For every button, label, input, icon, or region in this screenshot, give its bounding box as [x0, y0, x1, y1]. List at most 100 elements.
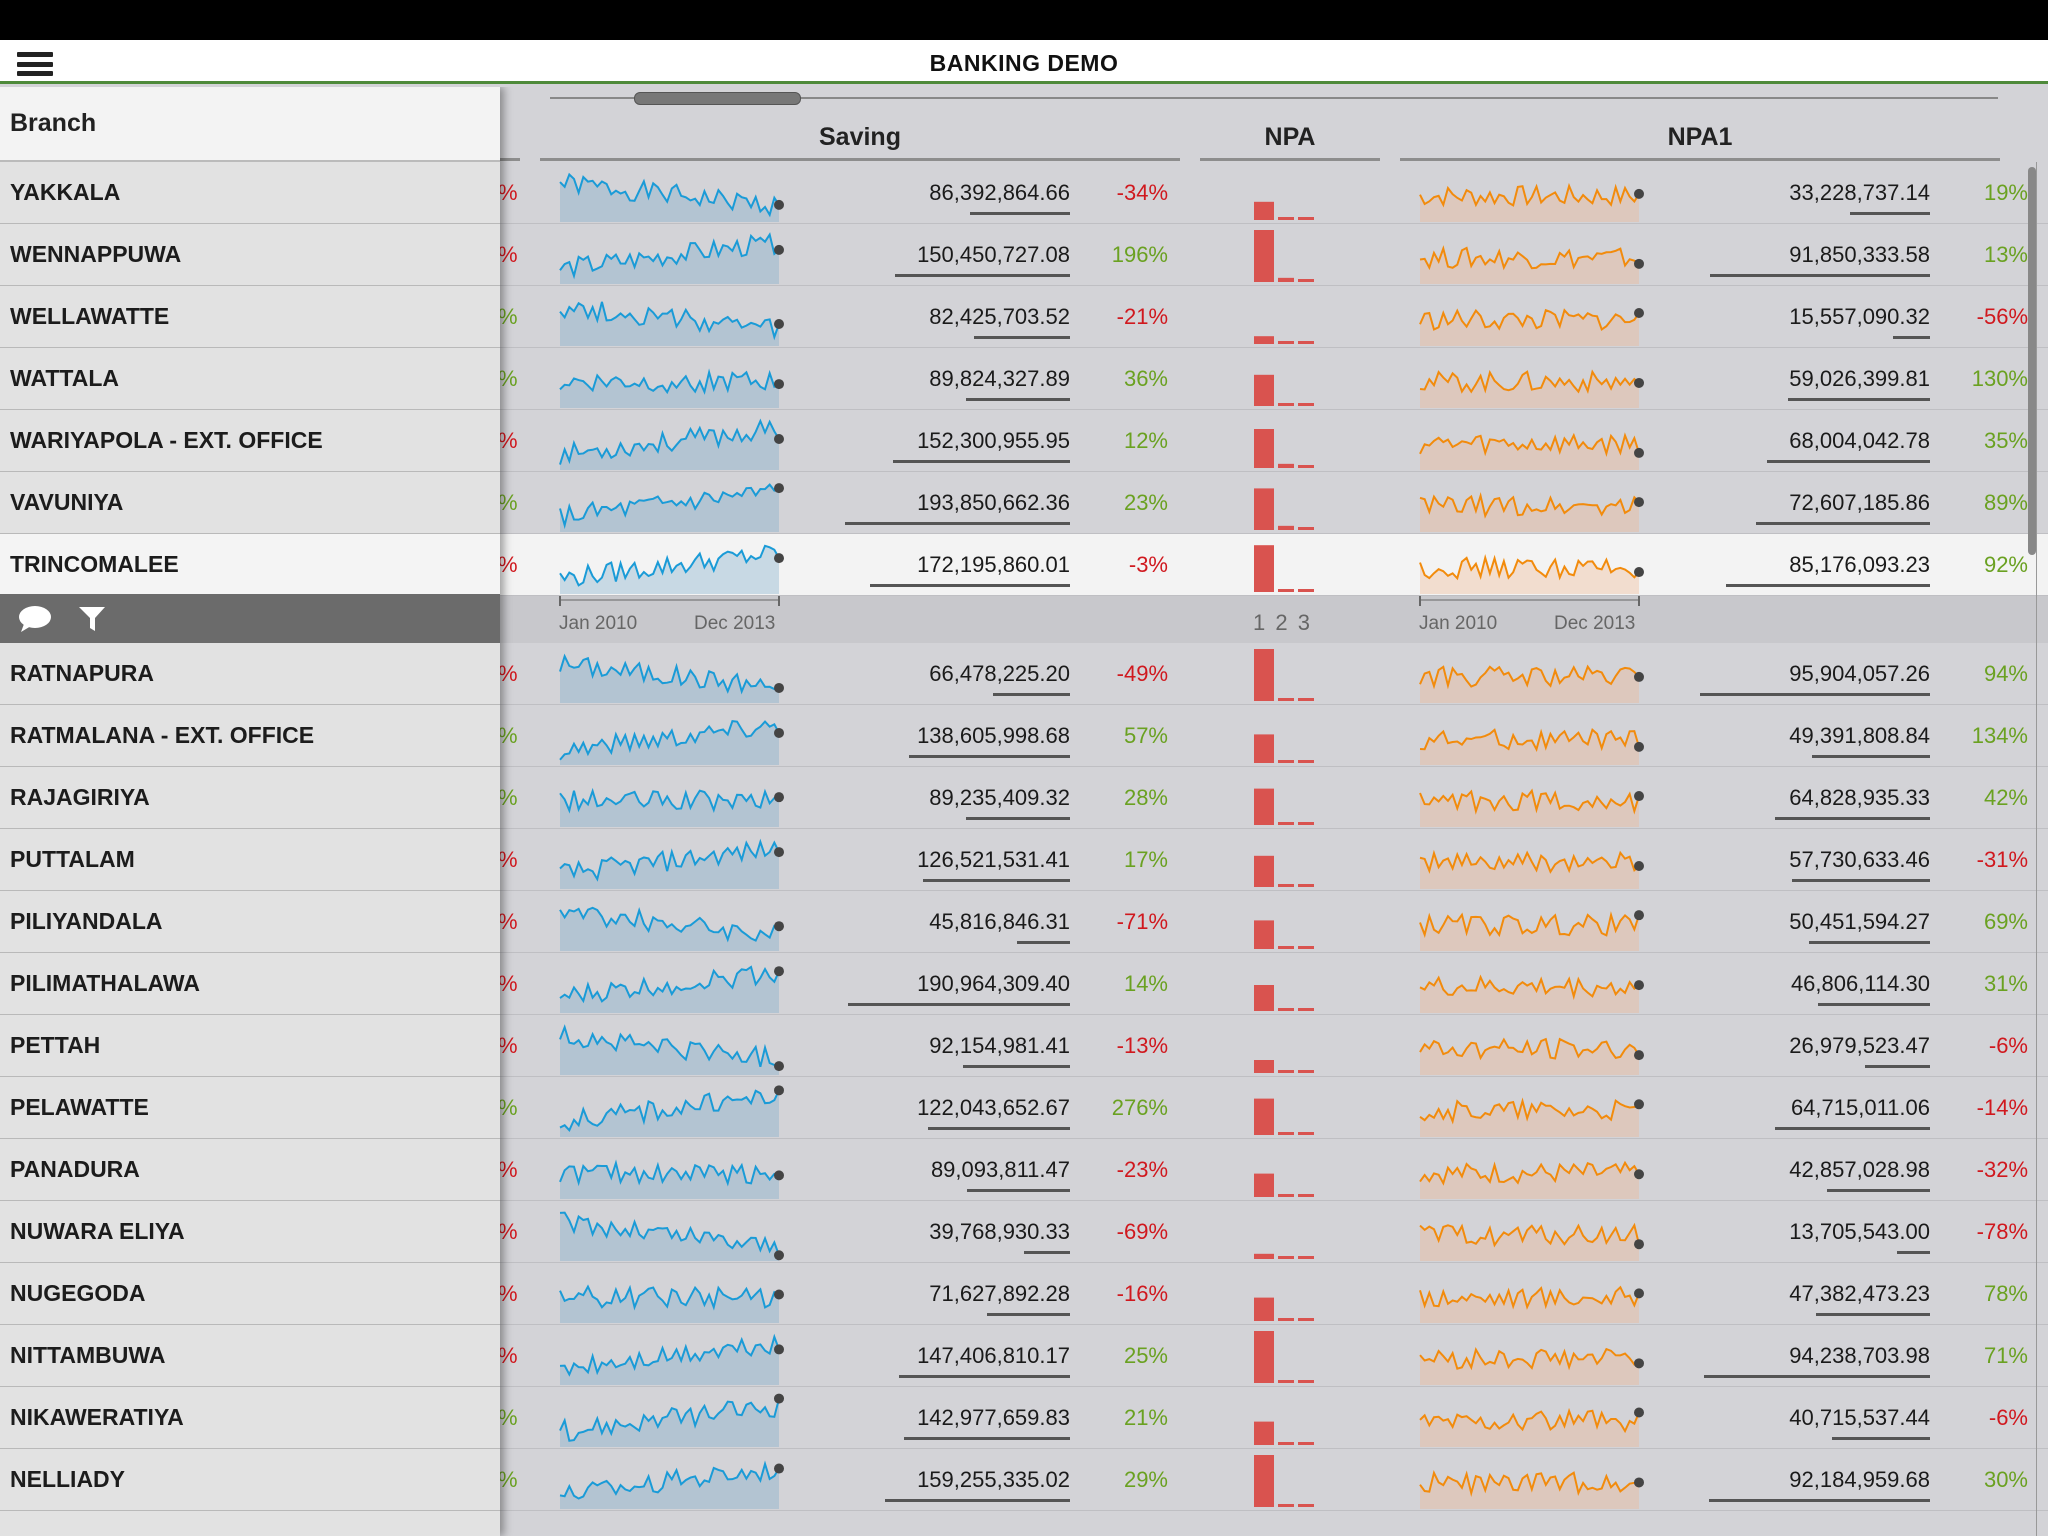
- branch-name: NITTAMBUWA: [10, 1342, 166, 1368]
- saving-value: 138,605,998.68: [917, 723, 1070, 748]
- npa1-value: 91,850,333.58: [1789, 242, 1930, 267]
- npa-bar: [1298, 279, 1314, 282]
- npa1-change-percent: -32%: [1976, 1157, 2028, 1182]
- npa-bar: [1254, 649, 1274, 701]
- branch-item[interactable]: NUGEGODA: [0, 1263, 500, 1325]
- npa-bar: [1278, 403, 1294, 406]
- npa-bar: [1254, 920, 1274, 949]
- npa-bar: [1278, 1380, 1294, 1383]
- saving-value: 172,195,860.01: [917, 552, 1070, 577]
- saving-change-percent: 21%: [1123, 1405, 1168, 1430]
- npa1-change-percent: 31%: [1983, 971, 2028, 996]
- npa1-value: 68,004,042.78: [1789, 428, 1930, 453]
- saving-change-percent: -13%: [1116, 1033, 1168, 1058]
- npa-bar: [1278, 463, 1294, 468]
- branch-item[interactable]: RATNAPURA: [0, 643, 500, 705]
- horizontal-scroll-thumb[interactable]: [634, 92, 801, 105]
- npa1-value-bar: [1865, 1065, 1930, 1068]
- branch-name: PETTAH: [10, 1032, 101, 1058]
- npa-bar: [1298, 527, 1314, 530]
- npa-bar: [1278, 698, 1294, 701]
- npa-bar: [1298, 822, 1314, 825]
- saving-change-percent: 29%: [1123, 1467, 1168, 1492]
- filter-icon[interactable]: [76, 604, 110, 634]
- saving-change-percent: -21%: [1116, 304, 1168, 329]
- branch-item[interactable]: PILIYANDALA: [0, 891, 500, 953]
- npa1-value: 85,176,093.23: [1789, 552, 1930, 577]
- saving-value-bar: [1017, 941, 1070, 944]
- npa1-value-bar: [1809, 941, 1930, 944]
- branch-item[interactable]: PETTAH: [0, 1015, 500, 1077]
- npa-bar: [1298, 1070, 1314, 1073]
- npa1-value-bar: [1812, 755, 1930, 758]
- npa1-value-bar: [1850, 212, 1930, 215]
- branch-name: NUGEGODA: [10, 1280, 146, 1306]
- saving-value-bar: [963, 1065, 1070, 1068]
- comment-icon[interactable]: [18, 604, 52, 634]
- branch-name: WATTALA: [10, 365, 120, 391]
- npa1-change-percent: 130%: [1971, 366, 2028, 391]
- npa-bar: [1278, 760, 1294, 763]
- branch-item[interactable]: PUTTALAM: [0, 829, 500, 891]
- branch-item[interactable]: YAKKALA: [0, 162, 500, 224]
- npa1-value-bar: [1792, 879, 1930, 882]
- npa1-value-bar: [1775, 817, 1930, 820]
- branch-item[interactable]: PANADURA: [0, 1139, 500, 1201]
- saving-value-bar: [893, 460, 1070, 463]
- saving-value-bar: [870, 584, 1070, 587]
- npa1-change-percent: -31%: [1976, 847, 2028, 872]
- branch-item[interactable]: TRINCOMALEE: [0, 534, 500, 596]
- branch-name: NELLIADY: [10, 1466, 125, 1492]
- npa1-value: 57,730,633.46: [1789, 847, 1930, 872]
- branch-item[interactable]: NUWARA ELIYA: [0, 1201, 500, 1263]
- branch-item[interactable]: WENNAPPUWA: [0, 224, 500, 286]
- saving-change-percent: 12%: [1123, 428, 1168, 453]
- saving-axis-start: Jan 2010: [559, 613, 638, 634]
- branch-item[interactable]: PELAWATTE: [0, 1077, 500, 1139]
- npa1-value-bar: [1726, 584, 1930, 587]
- branch-name: PILIYANDALA: [10, 908, 163, 934]
- npa1-value: 15,557,090.32: [1789, 304, 1930, 329]
- branch-item[interactable]: NELLIADY: [0, 1449, 500, 1511]
- saving-value: 39,768,930.33: [929, 1219, 1070, 1244]
- saving-value: 89,235,409.32: [929, 785, 1070, 810]
- npa1-value: 49,391,808.84: [1789, 723, 1930, 748]
- branch-item[interactable]: PILIMATHALAWA: [0, 953, 500, 1015]
- saving-value-bar: [848, 1003, 1070, 1006]
- npa-bar: [1254, 1060, 1274, 1073]
- column-header-npa[interactable]: NPA: [1200, 117, 1380, 161]
- branch-item[interactable]: NIKAWERATIYA: [0, 1387, 500, 1449]
- branch-header[interactable]: Branch: [0, 87, 500, 162]
- branch-item[interactable]: NITTAMBUWA: [0, 1325, 500, 1387]
- npa-bar: [1278, 1194, 1294, 1197]
- npa1-value: 46,806,114.30: [1790, 971, 1930, 996]
- saving-value-bar: [987, 1313, 1070, 1316]
- npa-bar: [1298, 1132, 1314, 1135]
- npa-bar: [1278, 1318, 1294, 1321]
- branch-item[interactable]: RAJAGIRIYA: [0, 767, 500, 829]
- branch-item[interactable]: WARIYAPOLA - EXT. OFFICE: [0, 410, 500, 472]
- branch-item[interactable]: WELLAWATTE: [0, 286, 500, 348]
- branch-name: RATMALANA - EXT. OFFICE: [10, 722, 315, 748]
- saving-value-bar: [993, 693, 1070, 696]
- column-header-saving[interactable]: Saving: [540, 117, 1180, 161]
- branch-toolbar: [0, 594, 500, 643]
- npa1-value: 92,184,959.68: [1789, 1467, 1930, 1492]
- saving-change-percent: 17%: [1123, 847, 1168, 872]
- branch-name: PANADURA: [10, 1156, 140, 1182]
- saving-value: 122,043,652.67: [917, 1095, 1070, 1120]
- branch-item[interactable]: VAVUNIYA: [0, 472, 500, 534]
- npa1-change-percent: 19%: [1983, 180, 2028, 205]
- branch-item[interactable]: RATMALANA - EXT. OFFICE: [0, 705, 500, 767]
- saving-value: 71,627,892.28: [929, 1281, 1070, 1306]
- npa1-value: 94,238,703.98: [1789, 1343, 1930, 1368]
- npa-bar: [1298, 760, 1314, 763]
- saving-change-percent: 25%: [1123, 1343, 1168, 1368]
- saving-value-bar: [1024, 1251, 1070, 1254]
- saving-change-percent: -49%: [1116, 661, 1168, 686]
- vertical-scroll-thumb[interactable]: [2028, 167, 2036, 555]
- column-header-npa1[interactable]: NPA1: [1400, 117, 2000, 161]
- npa1-value: 40,715,537.44: [1789, 1405, 1930, 1430]
- branch-item[interactable]: WATTALA: [0, 348, 500, 410]
- npa-bar: [1298, 1380, 1314, 1383]
